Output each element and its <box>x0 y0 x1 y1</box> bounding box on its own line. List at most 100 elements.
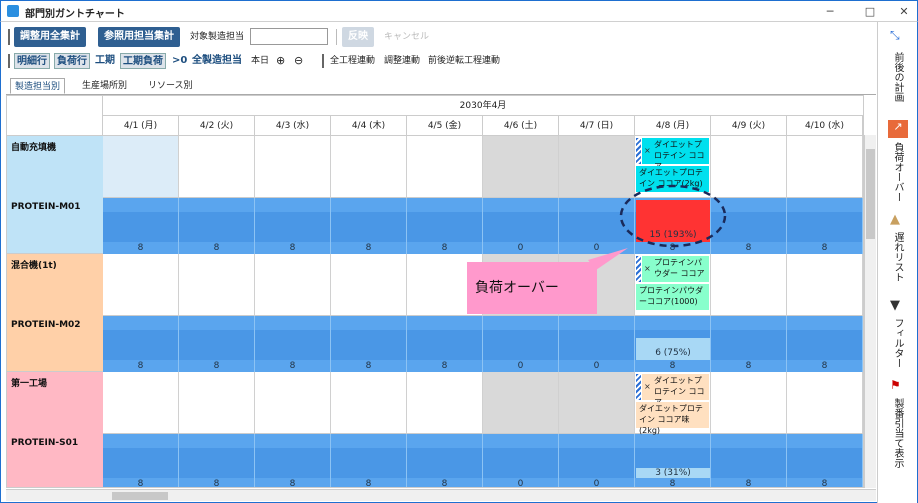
resource-row-cell <box>331 198 407 212</box>
tab-resource[interactable]: リソース別 <box>144 78 197 94</box>
day-header: 4/9 (火) <box>711 116 787 136</box>
minimize-button[interactable]: ─ <box>817 3 843 21</box>
warning-icon[interactable]: ▲ <box>890 212 900 227</box>
day-cell <box>787 136 863 198</box>
resource-row-cell <box>331 434 407 448</box>
day-cell <box>711 372 787 434</box>
side-assign[interactable]: 製番引当て表示 <box>890 398 905 468</box>
close-button[interactable]: ✕ <box>891 3 917 21</box>
load-row-cell <box>483 330 559 360</box>
capacity-value: 8 <box>103 360 179 372</box>
load-row-cell <box>103 330 179 360</box>
resource-row-cell <box>103 198 179 212</box>
close-icon[interactable]: × <box>644 146 651 155</box>
load-row-cell <box>787 212 863 242</box>
day-cell <box>483 372 559 434</box>
day-cell <box>103 372 179 434</box>
all-link-toggle[interactable]: 全工程連動 <box>330 53 375 69</box>
load-row-cell <box>179 212 255 242</box>
day-cell <box>787 372 863 434</box>
load-row-cell <box>103 212 179 242</box>
app-icon <box>7 5 19 17</box>
detail-row-toggle[interactable]: 明細行 <box>14 53 50 69</box>
capacity-value: 8 <box>331 242 407 254</box>
toolbar-grip-2 <box>8 54 10 68</box>
day-cell <box>255 136 331 198</box>
group-name: 第一工場 <box>11 379 48 389</box>
load-row-toggle[interactable]: 負荷行 <box>54 53 90 69</box>
plan-icon[interactable]: ⤡ <box>890 28 900 43</box>
task-card-title[interactable]: ダイエットプロテイン ココア <box>642 374 709 407</box>
load-row-cell <box>255 212 331 242</box>
callout-text: 負荷オーバー <box>467 262 597 314</box>
resource-row-cell <box>179 316 255 330</box>
day-header: 4/1 (月) <box>103 116 179 136</box>
header-corner <box>7 96 103 136</box>
close-icon[interactable]: × <box>644 382 651 391</box>
cancel-button[interactable]: キャンセル <box>384 29 429 45</box>
resource-name: PROTEIN-M01 <box>11 202 81 212</box>
side-overload[interactable]: 負荷オーバー <box>890 142 905 202</box>
task-card-detail[interactable]: ダイエットプロテイン ココア味(2kg) <box>636 402 709 435</box>
ref-total-button[interactable]: 参照用担当集計 <box>98 27 180 47</box>
period-load-toggle[interactable]: 工期負荷 <box>120 53 166 69</box>
filter-icon[interactable]: ▼ <box>890 298 900 313</box>
flag-icon[interactable]: ⚑ <box>890 378 901 392</box>
capacity-value: 8 <box>407 478 483 487</box>
toolbar-separator-2 <box>322 54 324 68</box>
capacity-value: 8 <box>103 478 179 487</box>
resource-row-cell <box>559 316 635 330</box>
adjust-total-button[interactable]: 調整用全集計 <box>14 27 86 47</box>
fwd-back-link-toggle[interactable]: 前後逆転工程連動 <box>428 53 500 69</box>
load-row-cell <box>331 330 407 360</box>
load-bar[interactable]: 6 (75%) <box>636 338 710 360</box>
overload-icon[interactable]: ↗ <box>888 120 908 138</box>
day-header: 4/5 (金) <box>407 116 483 136</box>
capacity-value: 8 <box>331 360 407 372</box>
today-button[interactable]: 本日 <box>251 53 269 69</box>
load-row-cell <box>407 330 483 360</box>
tab-location[interactable]: 生産場所別 <box>78 78 131 94</box>
side-plan[interactable]: 前後の計画 <box>890 52 905 102</box>
resource-row-cell <box>255 316 331 330</box>
zoom-in-icon[interactable]: ⊕ <box>276 54 285 67</box>
resource-row-cell <box>635 316 711 330</box>
load-bar[interactable]: 3 (31%) <box>636 468 710 478</box>
resource-row-cell <box>407 316 483 330</box>
day-cell <box>255 372 331 434</box>
day-header: 4/10 (水) <box>787 116 863 136</box>
resource-row-cell <box>255 198 331 212</box>
adjust-link-toggle[interactable]: 調整連動 <box>384 53 420 69</box>
day-header: 4/6 (土) <box>483 116 559 136</box>
resource-row-cell <box>787 434 863 448</box>
all-mfg-toggle[interactable]: 全製造担当 <box>192 53 242 69</box>
zoom-out-icon[interactable]: ⊖ <box>294 54 303 67</box>
day-cell <box>103 136 179 198</box>
apply-button[interactable]: 反映 <box>342 27 374 47</box>
target-input[interactable] <box>250 28 328 45</box>
capacity-value: 8 <box>711 478 787 487</box>
tab-mfg[interactable]: 製造担当別 <box>10 78 66 94</box>
load-row-cell <box>255 448 331 478</box>
capacity-value: 0 <box>559 360 635 372</box>
load-row-cell <box>179 330 255 360</box>
capacity-value: 8 <box>179 242 255 254</box>
vertical-scroll-thumb[interactable] <box>866 149 875 239</box>
maximize-button[interactable]: □ <box>857 3 883 21</box>
side-filter[interactable]: フィルター <box>890 318 905 368</box>
task-card-title[interactable]: ダイエットプロテイン ココア <box>642 138 709 171</box>
load-row-cell <box>407 448 483 478</box>
day-cell <box>179 254 255 316</box>
capacity-value: 8 <box>103 242 179 254</box>
gt0-toggle[interactable]: >0 <box>172 53 187 69</box>
vertical-scrollbar[interactable] <box>864 135 876 488</box>
resource-row-cell <box>331 316 407 330</box>
day-cell <box>407 372 483 434</box>
period-toggle[interactable]: 工期 <box>95 53 115 69</box>
load-row-cell <box>711 330 787 360</box>
horizontal-scroll-thumb[interactable] <box>112 492 168 500</box>
side-delay[interactable]: 遅れリスト <box>890 232 905 282</box>
hatch-marker <box>636 374 641 400</box>
group-label-cell <box>7 254 103 372</box>
horizontal-scrollbar[interactable] <box>6 489 876 501</box>
